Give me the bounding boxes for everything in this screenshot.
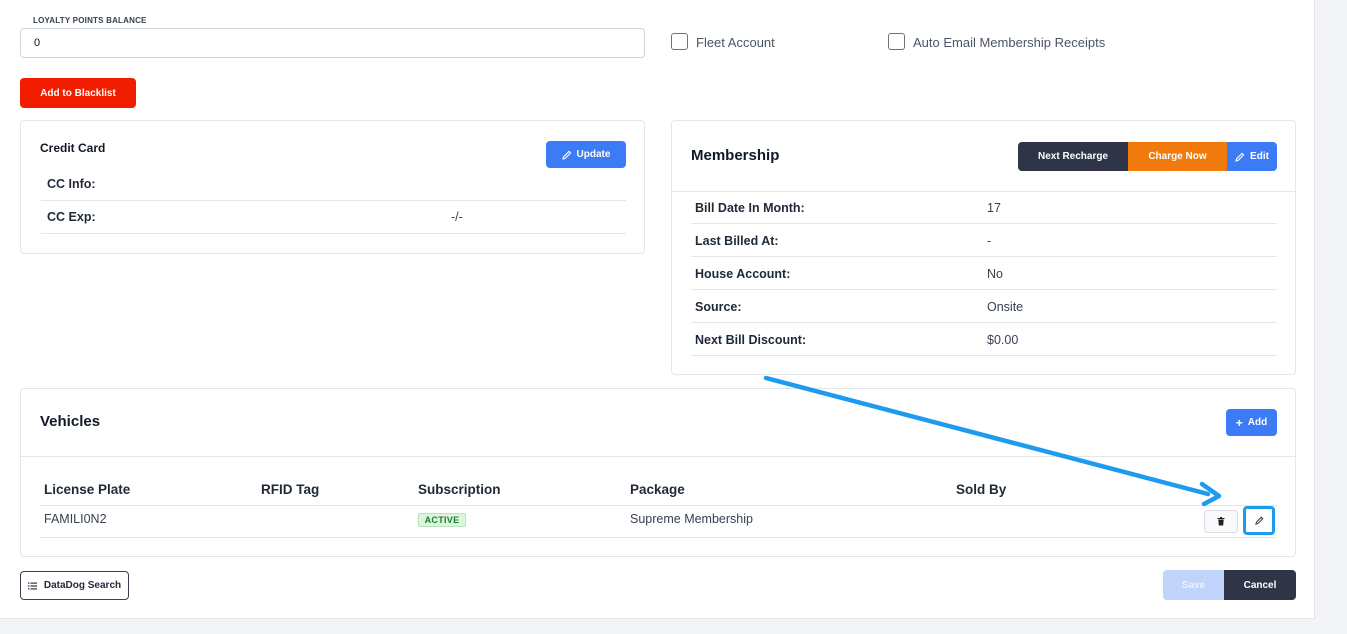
annotation-arrow [763,375,1222,507]
page: LOYALTY POINTS BALANCE 0 Fleet Account A… [0,0,1315,619]
